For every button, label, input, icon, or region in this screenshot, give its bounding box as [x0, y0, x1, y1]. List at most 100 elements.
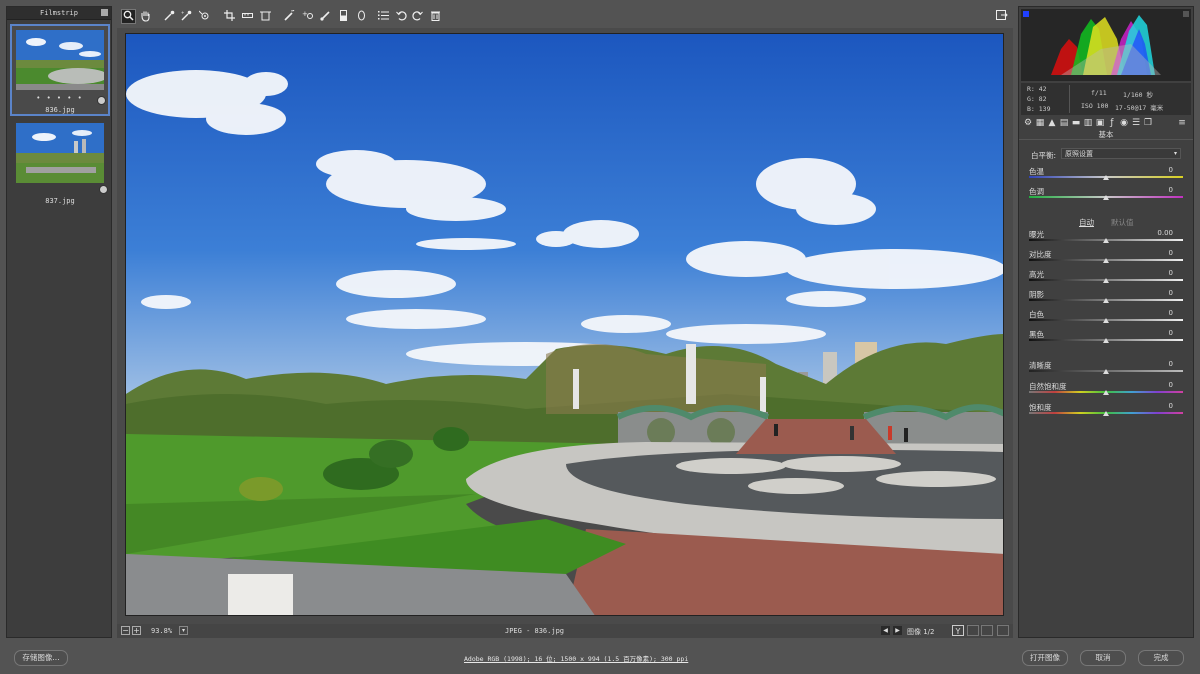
file-label: JPEG - 836.jpg [505, 627, 565, 635]
slider-value[interactable]: 0 [1169, 269, 1173, 277]
tab-hsl-icon[interactable]: ▤ [1059, 118, 1069, 128]
slider-value[interactable]: 0 [1169, 381, 1173, 389]
filmstrip-item-836[interactable]: • • • • • 836.jpg [10, 24, 110, 116]
rating-stars[interactable]: • • • • • [12, 94, 108, 102]
radial-filter-icon[interactable] [355, 10, 368, 23]
white-balance-select[interactable]: 原照设置 ▾ [1061, 148, 1181, 159]
slider-handle[interactable] [1103, 258, 1109, 263]
before-after-toggle[interactable]: Y [952, 625, 964, 636]
zoom-icon[interactable] [121, 9, 136, 24]
zoom-out-button[interactable]: − [121, 626, 130, 635]
r-value: 42 [1038, 85, 1047, 93]
slider-handle[interactable] [1103, 175, 1109, 180]
toggle-settings-icon[interactable] [997, 625, 1009, 636]
trash-icon[interactable] [429, 10, 442, 23]
tab-lens-icon[interactable]: ▥ [1083, 118, 1093, 128]
tab-fx-icon[interactable]: ƒ [1107, 118, 1117, 128]
g-label: G: [1027, 95, 1035, 103]
slider-value[interactable]: 0 [1169, 360, 1173, 368]
done-button[interactable]: 完成 [1138, 650, 1184, 666]
adjustment-brush-icon[interactable] [319, 10, 332, 23]
swap-settings-icon[interactable] [967, 625, 979, 636]
fullscreen-toggle-icon[interactable] [995, 10, 1008, 23]
tab-snapshots-icon[interactable]: ❐ [1143, 118, 1153, 128]
slider-value[interactable]: 0 [1169, 309, 1173, 317]
target-adjust-icon[interactable] [198, 10, 211, 23]
slider-value[interactable]: 0 [1169, 249, 1173, 257]
slider-handle[interactable] [1103, 411, 1109, 416]
white-balance-value: 原照设置 [1065, 150, 1093, 158]
graduated-filter-icon[interactable] [337, 10, 350, 23]
rotate-left-icon[interactable] [395, 10, 408, 23]
slider-handle[interactable] [1103, 318, 1109, 323]
rotate-right-icon[interactable] [411, 10, 424, 23]
slider-handle[interactable] [1103, 390, 1109, 395]
slider-value[interactable]: 0 [1169, 166, 1173, 174]
filmstrip-panel: Filmstrip • • • • • 836.jpg 837.jpg [6, 6, 112, 638]
auto-button[interactable]: 自动 [1079, 217, 1094, 228]
copy-settings-icon[interactable] [981, 625, 993, 636]
zoom-level[interactable]: 93.8% [151, 627, 172, 635]
white-balance-icon[interactable] [163, 10, 176, 23]
hand-icon[interactable] [139, 10, 152, 23]
thumbnail-filename: 837.jpg [45, 197, 75, 205]
slider-handle[interactable] [1103, 278, 1109, 283]
straighten-icon[interactable] [241, 10, 254, 23]
color-sampler-icon[interactable]: + [180, 10, 193, 23]
crop-icon[interactable] [223, 10, 236, 23]
next-image-icon[interactable]: ▶ [893, 626, 902, 635]
highlight-clip-warning-icon[interactable] [1183, 11, 1189, 17]
filmstrip-title: Filmstrip [7, 7, 111, 20]
g-value: 82 [1038, 95, 1047, 103]
prev-image-icon[interactable]: ◀ [881, 626, 890, 635]
default-button[interactable]: 默认值 [1111, 217, 1134, 228]
slider-handle[interactable] [1103, 369, 1109, 374]
red-eye-icon[interactable]: + [301, 10, 314, 23]
save-image-button[interactable]: 存储图像... [14, 650, 68, 666]
slider-value[interactable]: 0 [1169, 289, 1173, 297]
preferences-icon[interactable] [377, 10, 390, 23]
workflow-options-link[interactable]: Adobe RGB (1998); 16 位; 1500 x 994 (1.5 … [464, 653, 688, 663]
filmstrip-menu-icon[interactable] [101, 9, 108, 16]
slider-handle[interactable] [1103, 195, 1109, 200]
iso: ISO 100 [1081, 102, 1109, 110]
toolbar: + + [117, 6, 1013, 28]
slider-value[interactable]: 0 [1169, 186, 1173, 194]
thumbnail-image [16, 30, 104, 90]
slider-handle[interactable] [1103, 238, 1109, 243]
lens-info: 17-50@17 毫米 [1115, 104, 1164, 112]
zoom-in-button[interactable]: + [132, 626, 141, 635]
b-value: 139 [1038, 105, 1051, 113]
tab-tone-curve-icon[interactable]: ▦ [1035, 118, 1045, 128]
slider-value[interactable]: 0.00 [1157, 229, 1173, 237]
open-image-button[interactable]: 打开图像 [1022, 650, 1068, 666]
svg-text:+: + [181, 10, 184, 15]
tab-basic-icon[interactable]: ⚙ [1023, 118, 1033, 128]
tab-presets-icon[interactable]: ☰ [1131, 118, 1141, 128]
image-info: R: 42 G: 82 B: 139 f/11 1/160 秒 ISO 100 … [1021, 83, 1191, 115]
preview-image[interactable] [125, 33, 1004, 616]
cancel-button[interactable]: 取消 [1080, 650, 1126, 666]
slider-value[interactable]: 0 [1169, 329, 1173, 337]
thumbnail-filename: 836.jpg [45, 106, 75, 114]
aperture: f/11 [1091, 89, 1107, 97]
spot-removal-icon[interactable] [283, 9, 296, 23]
transform-icon[interactable] [259, 10, 272, 23]
status-bar: − + 93.8% ▾ JPEG - 836.jpg ◀ ▶ 图像 1/2 Y [117, 624, 1013, 638]
panel-menu-icon[interactable]: ≡ [1177, 118, 1187, 128]
shutter-speed: 1/160 秒 [1123, 91, 1153, 99]
b-label: B: [1027, 105, 1035, 113]
tab-split-toning-icon[interactable]: ▬ [1071, 118, 1081, 128]
tab-camera-calibration-icon[interactable]: ◉ [1119, 118, 1129, 128]
slider-handle[interactable] [1103, 298, 1109, 303]
adjustments-panel: R: 42 G: 82 B: 139 f/11 1/160 秒 ISO 100 … [1018, 6, 1194, 638]
tab-detail-icon[interactable]: ▲ [1047, 118, 1057, 128]
histogram [1021, 9, 1191, 81]
zoom-dropdown-icon[interactable]: ▾ [179, 626, 188, 635]
slider-value[interactable]: 0 [1169, 402, 1173, 410]
image-counter: 图像 1/2 [907, 628, 935, 636]
tab-effects-icon[interactable]: ▣ [1095, 118, 1105, 128]
edited-badge-icon [99, 185, 108, 194]
filmstrip-item-837[interactable]: 837.jpg [10, 123, 110, 213]
slider-handle[interactable] [1103, 338, 1109, 343]
